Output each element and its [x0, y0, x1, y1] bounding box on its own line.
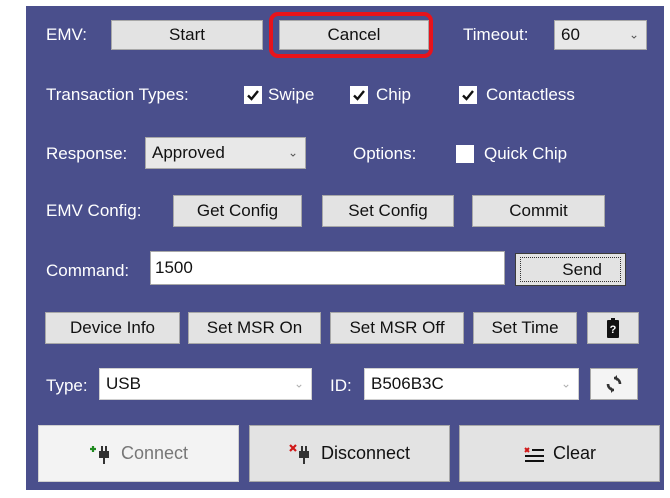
swipe-label: Swipe: [268, 85, 315, 104]
set-msr-on-button[interactable]: Set MSR On: [188, 312, 321, 344]
connect-button[interactable]: Connect: [38, 425, 239, 482]
chip-checkbox[interactable]: [350, 86, 368, 104]
id-select[interactable]: B506B3C ⌄: [364, 368, 579, 400]
id-label: ID:: [330, 376, 352, 395]
battery-help-icon: ?: [607, 318, 619, 338]
set-time-button[interactable]: Set Time: [473, 312, 577, 344]
transaction-types-label: Transaction Types:: [46, 85, 189, 104]
set-msr-off-button[interactable]: Set MSR Off: [330, 312, 464, 344]
svg-text:?: ?: [610, 324, 617, 336]
response-label: Response:: [46, 144, 128, 163]
id-value: B506B3C: [371, 374, 444, 393]
commit-button[interactable]: Commit: [472, 195, 605, 227]
send-button[interactable]: Send: [515, 253, 626, 286]
quick-chip-label: Quick Chip: [484, 144, 568, 163]
plug-connect-icon: [89, 445, 109, 464]
device-info-button[interactable]: Device Info: [45, 312, 180, 344]
type-value: USB: [106, 374, 141, 393]
disconnect-button[interactable]: Disconnect: [249, 425, 450, 482]
type-select[interactable]: USB ⌄: [99, 368, 312, 400]
refresh-button[interactable]: [590, 368, 638, 400]
refresh-icon: [606, 375, 622, 393]
command-input[interactable]: 1500: [150, 251, 505, 285]
timeout-select[interactable]: 60 ⌄: [554, 20, 647, 50]
check-icon: [462, 90, 474, 101]
plug-disconnect-icon: [289, 443, 309, 464]
emv-label: EMV:: [46, 25, 87, 44]
chevron-down-icon: ⌄: [287, 145, 298, 160]
set-config-button[interactable]: Set Config: [322, 195, 454, 227]
contactless-checkbox[interactable]: [459, 86, 477, 104]
clear-label: Clear: [552, 443, 596, 463]
chevron-down-icon: ⌄: [560, 376, 571, 391]
timeout-value: 60: [561, 25, 580, 44]
battery-button[interactable]: ?: [587, 312, 639, 344]
chevron-down-icon: ⌄: [293, 376, 304, 391]
timeout-label: Timeout:: [463, 25, 529, 44]
get-config-button[interactable]: Get Config: [173, 195, 302, 227]
response-select[interactable]: Approved ⌄: [145, 137, 306, 169]
connect-label: Connect: [120, 443, 189, 463]
send-label: Send: [520, 257, 621, 282]
command-label: Command:: [46, 261, 130, 280]
emv-config-label: EMV Config:: [46, 201, 142, 220]
quick-chip-checkbox[interactable]: [456, 145, 474, 163]
type-label: Type:: [46, 376, 88, 395]
chevron-down-icon: ⌄: [628, 27, 639, 42]
response-value: Approved: [152, 143, 225, 162]
disconnect-label: Disconnect: [320, 443, 411, 463]
contactless-label: Contactless: [486, 85, 575, 104]
swipe-checkbox[interactable]: [244, 86, 262, 104]
device-control-panel: [26, 6, 664, 490]
options-label: Options:: [353, 144, 417, 163]
chip-label: Chip: [376, 85, 411, 104]
check-icon: [247, 90, 259, 101]
cancel-button[interactable]: Cancel: [279, 20, 429, 50]
check-icon: [353, 90, 365, 101]
start-button[interactable]: Start: [111, 20, 263, 50]
clear-button[interactable]: Clear: [459, 425, 660, 482]
clear-list-icon: [524, 446, 544, 462]
